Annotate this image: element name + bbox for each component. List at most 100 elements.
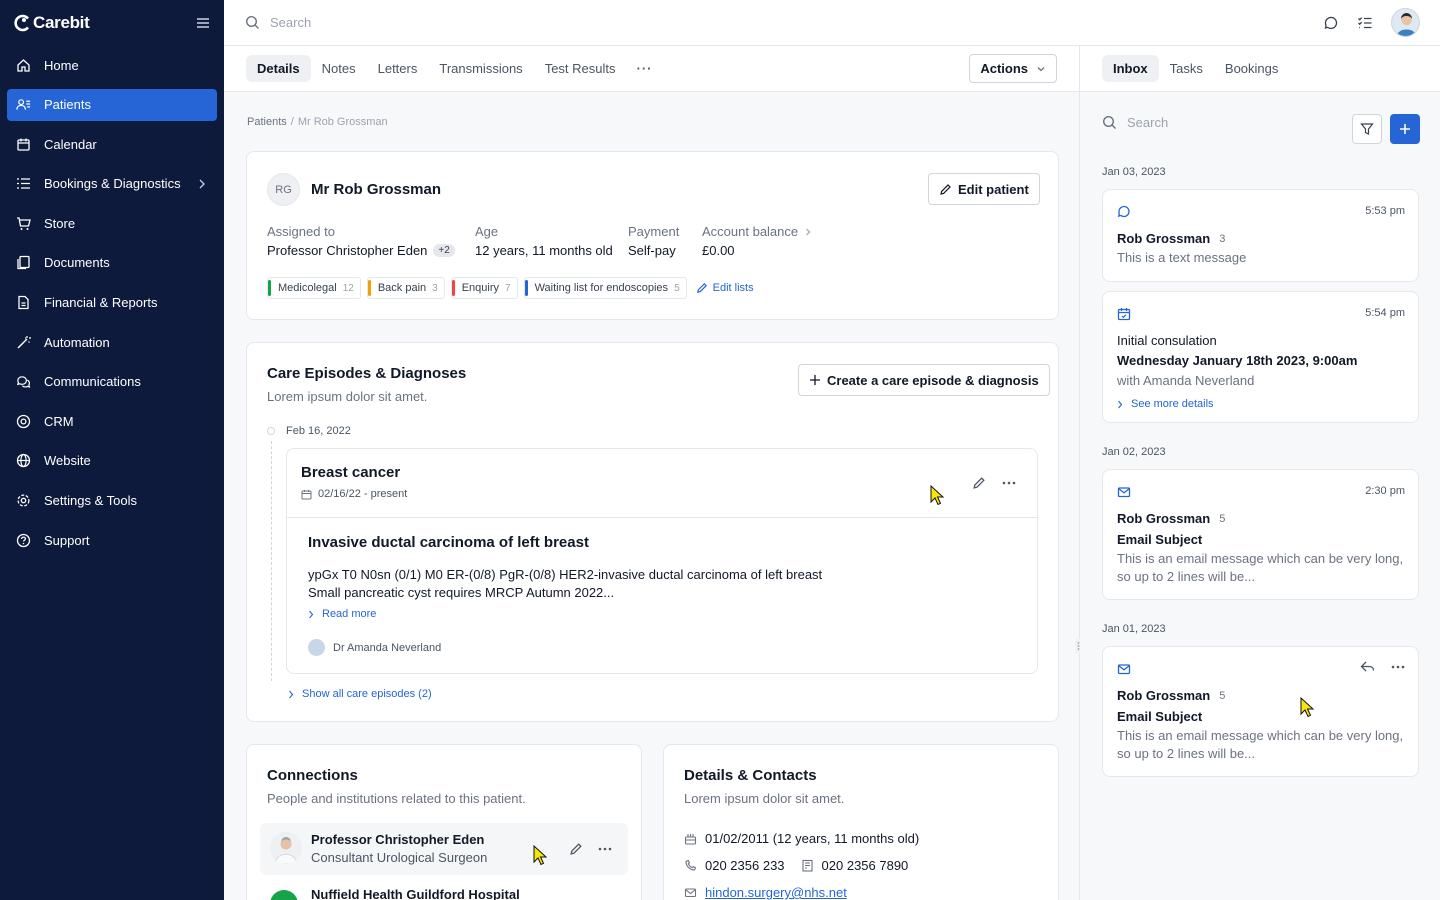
create-care-episode-button[interactable]: Create a care episode & diagnosis (798, 364, 1050, 396)
documents-icon (16, 255, 31, 270)
pencil-icon (940, 183, 951, 195)
edit-connection-icon[interactable] (569, 842, 583, 856)
diagnosis-text: ypGx T0 N0sn (0/1) M0 ER-(0/8) PgR-(0/8)… (308, 566, 822, 602)
read-more-link[interactable]: Read more (308, 608, 376, 620)
connection-name: Professor Christopher Eden (311, 832, 485, 847)
actions-dropdown[interactable]: Actions (969, 54, 1057, 83)
episode-doctor: Dr Amanda Neverland (308, 639, 441, 656)
list-tag-medicolegal[interactable]: Medicolegal 12 (267, 277, 361, 299)
more-options-icon[interactable] (1002, 481, 1016, 485)
sidebar-item-label: Bookings & Diagnostics (44, 176, 181, 192)
filter-icon (1360, 123, 1374, 135)
user-avatar[interactable] (1391, 8, 1420, 37)
inbox-message-sms[interactable]: 5:53 pm Rob Grossman 3 This is a text mes… (1102, 189, 1419, 282)
message-preview: This is a text message (1117, 250, 1247, 265)
show-all-care-episodes-link[interactable]: Show all care episodes (2) (288, 688, 432, 700)
sidebar-item-communications[interactable]: Communications (7, 366, 217, 398)
pencil-icon (696, 282, 707, 293)
sidebar-item-store[interactable]: Store (7, 207, 217, 239)
search-placeholder: Search (270, 15, 312, 30)
more-options-icon[interactable] (598, 847, 612, 851)
tab-tasks[interactable]: Tasks (1159, 55, 1214, 82)
edit-episode-icon[interactable] (972, 476, 986, 490)
details-title: Details & Contacts (684, 767, 817, 784)
carebit-logo[interactable]: Carebit (13, 12, 90, 33)
sidebar-item-label: Calendar (44, 136, 97, 152)
fax-value[interactable]: 020 2356 7890 (822, 858, 909, 873)
filter-button[interactable] (1352, 114, 1382, 144)
sidebar-item-patients[interactable]: Patients (7, 88, 217, 121)
globe-icon (16, 453, 31, 468)
sidebar-item-label: Home (44, 57, 79, 73)
breadcrumb-current: Mr Rob Grossman (297, 116, 388, 128)
chevron-right-icon (1118, 400, 1123, 408)
tab-letters[interactable]: Letters (367, 55, 429, 82)
phone-row: 020 2356 233 020 2356 7890 (684, 858, 908, 873)
episode-header: Breast cancer 02/16/22 - present (287, 449, 1037, 518)
sidebar-item-bookings[interactable]: Bookings & Diagnostics (7, 168, 217, 200)
connection-name[interactable]: Nuffield Health Guildford Hospital (311, 887, 520, 900)
message-preview: This is an email message which can be ve… (1117, 728, 1404, 761)
sidebar-item-documents[interactable]: Documents (7, 247, 217, 279)
connections-card: Connections People and institutions rela… (246, 744, 642, 900)
sidebar-item-home[interactable]: Home (7, 49, 217, 81)
add-item-button[interactable] (1390, 114, 1420, 144)
global-search[interactable]: Search (224, 15, 1323, 30)
sidebar-item-label: Support (44, 532, 90, 548)
plus-icon (1400, 124, 1410, 134)
message-time: 2:30 pm (1365, 485, 1405, 497)
list-tag-waiting-list[interactable]: Waiting list for endoscopies 5 (523, 277, 687, 299)
show-all-label: Show all care episodes (2) (302, 688, 432, 700)
payment-value: Self-pay (628, 243, 676, 258)
tab-bookings[interactable]: Bookings (1214, 55, 1289, 82)
sidebar-item-settings[interactable]: Settings & Tools (7, 485, 217, 517)
inbox-message-email[interactable]: 2:30 pm Rob Grossman 5 Email Subject This… (1102, 469, 1419, 600)
account-balance-field[interactable]: Account balance £0.00 (702, 224, 812, 258)
tab-notes[interactable]: Notes (311, 55, 367, 82)
tag-label: Back pain (377, 282, 427, 294)
tasks-icon[interactable] (1357, 15, 1373, 31)
message-count: 5 (1219, 689, 1226, 702)
balance-value: £0.00 (702, 243, 735, 258)
calendar-icon (16, 137, 31, 152)
care-episode-card[interactable]: Breast cancer 02/16/22 - present Invasiv… (286, 448, 1038, 674)
edit-patient-button[interactable]: Edit patient (928, 173, 1040, 205)
payment-label: Payment (628, 224, 680, 239)
more-options-icon[interactable] (1391, 665, 1405, 669)
collapse-menu-icon[interactable] (195, 15, 211, 31)
connection-item[interactable]: Professor Christopher Eden Consultant Ur… (260, 823, 628, 875)
more-tabs-button[interactable]: ··· (627, 61, 663, 76)
email-link[interactable]: hindon.surgery@nhs.net (705, 885, 847, 900)
messages-icon[interactable] (1323, 15, 1339, 31)
tab-test-results[interactable]: Test Results (534, 55, 627, 82)
tab-details[interactable]: Details (246, 55, 311, 82)
app-name: Carebit (33, 12, 90, 32)
breadcrumb-patients-link[interactable]: Patients (247, 116, 287, 128)
episode-range: 02/16/22 - present (301, 488, 407, 500)
sidebar-item-automation[interactable]: Automation (7, 326, 217, 358)
sidebar-item-website[interactable]: Website (7, 445, 217, 477)
inbox-search[interactable]: Search (1102, 115, 1168, 130)
inbox-message-email[interactable]: Rob Grossman 5 Email Subject This is an e… (1102, 646, 1419, 777)
inbox-message-booking[interactable]: 5:54 pm Initial consulation Wednesday Ja… (1102, 291, 1419, 423)
phone-value[interactable]: 020 2356 233 (705, 858, 785, 873)
office-phone-icon (801, 859, 813, 872)
tag-label: Medicolegal (278, 282, 337, 294)
tab-inbox[interactable]: Inbox (1102, 55, 1159, 82)
edit-lists-link[interactable]: Edit lists (696, 282, 754, 294)
assigned-extra-badge[interactable]: +2 (433, 244, 455, 257)
sender-name: Rob Grossman (1117, 231, 1211, 246)
reply-icon[interactable] (1360, 660, 1375, 673)
timeline-line (271, 441, 272, 681)
sidebar-item-crm[interactable]: CRM (7, 405, 217, 437)
sidebar-item-calendar[interactable]: Calendar (7, 128, 217, 160)
see-more-details-link[interactable]: See more details (1117, 398, 1214, 410)
patient-initials-avatar: RG (267, 173, 300, 206)
list-tag-enquiry[interactable]: Enquiry 7 (450, 277, 518, 299)
inbox-panel: Inbox Tasks Bookings Search Jan 03, 2023… (1080, 46, 1440, 900)
list-tag-back-pain[interactable]: Back pain 3 (366, 277, 445, 299)
sidebar-item-support[interactable]: Support (7, 524, 217, 556)
tab-transmissions[interactable]: Transmissions (428, 55, 533, 82)
sidebar-item-financial[interactable]: Financial & Reports (7, 287, 217, 319)
booking-when: Wednesday January 18th 2023, 9:00am (1117, 353, 1358, 368)
